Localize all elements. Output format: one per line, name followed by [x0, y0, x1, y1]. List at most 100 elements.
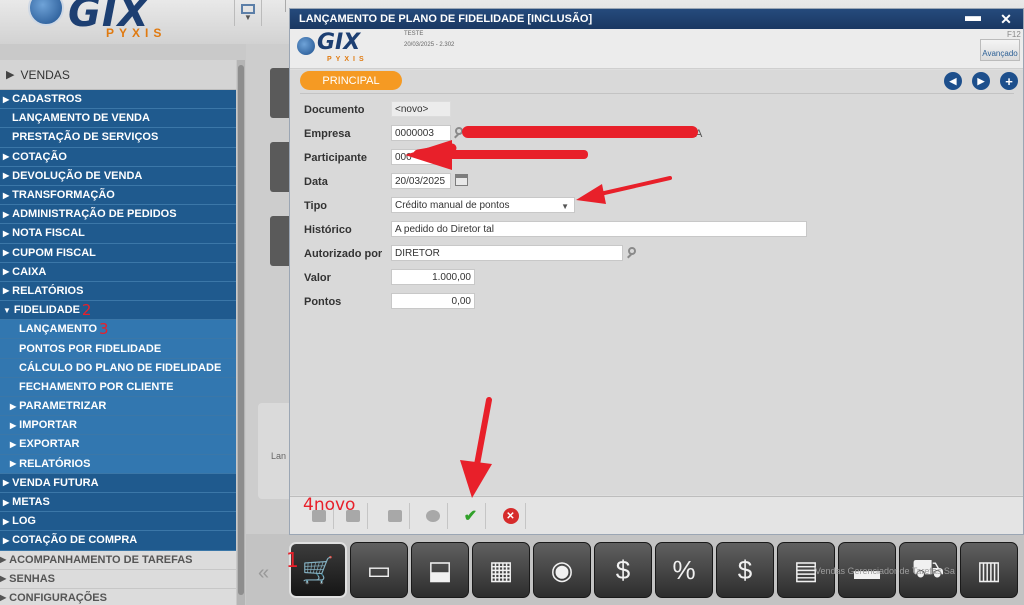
previous-record-icon[interactable]: ◀ — [944, 72, 962, 90]
sidebar: ▶ VENDAS ▶ CADASTROS LANÇAMENTO DE VENDA PR… — [0, 60, 236, 605]
tipo-selected-value: Crédito manual de pontos — [395, 199, 510, 211]
sidebar-item-fidelidade[interactable]: ▼ FIDELIDADE 2 — [0, 301, 236, 321]
documento-field: <novo> — [391, 101, 451, 117]
sidebar-item-cadastros[interactable]: ▶ CADASTROS — [0, 90, 236, 110]
pontos-field[interactable]: 0,00 — [391, 293, 475, 309]
data-field[interactable]: 20/03/2025 — [391, 173, 451, 189]
valor-field[interactable]: 1.000,00 — [391, 269, 475, 285]
sidebar-item-label: PARAMETRIZAR — [19, 400, 107, 413]
sidebar-item-senhas[interactable]: ▶ SENHAS — [0, 569, 236, 589]
search-button[interactable] — [418, 503, 448, 529]
data-label: Data — [304, 176, 328, 188]
sidebar-item-label: ACOMPANHAMENTO DE TAREFAS — [9, 553, 193, 566]
sidebar-item-importar[interactable]: ▶ IMPORTAR — [0, 416, 236, 436]
dock-address-book-icon[interactable]: $ — [716, 542, 774, 598]
confirm-button[interactable]: ✔ — [456, 503, 486, 529]
tab-divider — [300, 93, 1014, 94]
dialog-header: GIX PYXIS TESTE 20/03/2025 - 2.302 F12 A… — [290, 29, 1023, 69]
sidebar-scrollbar[interactable] — [237, 60, 245, 605]
sidebar-item-label: RELATÓRIOS — [19, 457, 91, 470]
dock-cash-register-icon[interactable]: ◉ — [533, 542, 591, 598]
dock-tooltip-text: Vendas Gerenciador de Tarefas Sa — [815, 566, 955, 576]
sidebar-item-relat-rios[interactable]: ▶ RELATÓRIOS — [0, 281, 236, 302]
sidebar-item-label: ADMINISTRAÇÃO DE PEDIDOS — [12, 208, 177, 221]
add-record-icon[interactable]: + — [1000, 72, 1018, 90]
sidebar-item-label: CONFIGURAÇÕES — [9, 591, 107, 604]
minimize-icon[interactable]: ▬ — [963, 9, 983, 27]
dock-clipboard-icon[interactable]: % — [655, 542, 713, 598]
sidebar-item-metas[interactable]: ▶ METAS — [0, 492, 236, 513]
autorizado-field[interactable]: DIRETOR — [391, 245, 623, 261]
collapse-arrow-icon: ▶ — [6, 69, 15, 81]
sidebar-item-log[interactable]: ▶ LOG — [0, 512, 236, 532]
sidebar-item-pontos-por-fidelidade[interactable]: PONTOS POR FIDELIDADE — [0, 339, 236, 359]
sidebar-item-label: DEVOLUÇÃO DE VENDA — [12, 169, 143, 182]
scrollbar-thumb[interactable] — [238, 65, 244, 595]
sidebar-item-caixa[interactable]: ▶ CAIXA — [0, 262, 236, 282]
menu-grid-button[interactable]: ▼ — [234, 0, 262, 26]
expand-arrow-icon: ▶ — [3, 190, 10, 200]
dialog-toolbar: ✔ ✕ 4novo — [290, 495, 1023, 534]
sidebar-item-cota-o-de-compra[interactable]: ▶ COTAÇÃO DE COMPRA — [0, 531, 236, 551]
sidebar-item-label: TRANSFORMAÇÃO — [12, 189, 115, 202]
expand-arrow-icon: ▶ — [3, 267, 10, 277]
advanced-button[interactable]: Avançado — [980, 39, 1020, 61]
tipo-select[interactable]: Crédito manual de pontos ▼ — [391, 197, 575, 213]
empresa-name-tail: A — [695, 128, 703, 140]
dialog-logo-text: GIX — [317, 30, 361, 55]
logo-subtitle: PYXIS — [106, 26, 167, 40]
expand-arrow-icon: ▶ — [3, 94, 10, 104]
empresa-field[interactable]: 0000003 — [391, 125, 451, 141]
valor-label: Valor — [304, 272, 331, 284]
tab-principal[interactable]: PRINCIPAL — [300, 71, 402, 90]
pontos-label: Pontos — [304, 296, 342, 308]
historico-field[interactable]: A pedido do Diretor tal — [391, 221, 807, 237]
sidebar-item-label: LANÇAMENTO DE VENDA — [12, 112, 150, 125]
sidebar-item-lan-amento[interactable]: LANÇAMENTO 3 — [0, 320, 236, 340]
expand-arrow-icon: ▶ — [0, 555, 7, 565]
calendar-icon[interactable] — [455, 174, 468, 186]
sidebar-item-transforma-o[interactable]: ▶ TRANSFORMAÇÃO — [0, 185, 236, 206]
sidebar-item-relat-rios[interactable]: ▶ RELATÓRIOS — [0, 454, 236, 474]
sidebar-item-label: METAS — [12, 496, 50, 509]
cancel-x-icon: ✕ — [502, 508, 519, 524]
sidebar-item-devolu-o-de-venda[interactable]: ▶ DEVOLUÇÃO DE VENDA — [0, 166, 236, 186]
sidebar-item-acompanhamento-de-tarefas[interactable]: ▶ ACOMPANHAMENTO DE TAREFAS — [0, 550, 236, 570]
search-empresa-icon[interactable] — [454, 127, 466, 139]
sidebar-item-configura-es[interactable]: ▶ CONFIGURAÇÕES — [0, 588, 236, 605]
dock-calculator-icon[interactable]: ▦ — [472, 542, 530, 598]
expand-arrow-icon: ▶ — [3, 286, 10, 296]
cancel-button[interactable]: ✕ — [496, 503, 526, 529]
sidebar-item-exportar[interactable]: ▶ EXPORTAR — [0, 435, 236, 455]
sidebar-item-cota-o[interactable]: ▶ COTAÇÃO — [0, 147, 236, 167]
dock-money-icon[interactable]: $ — [594, 542, 652, 598]
sidebar-item-presta-o-de-servi-os[interactable]: PRESTAÇÃO DE SERVIÇOS — [0, 128, 236, 148]
sidebar-item-parametrizar[interactable]: ▶ PARAMETRIZAR — [0, 397, 236, 417]
next-record-icon[interactable]: ▶ — [972, 72, 990, 90]
search-autorizado-icon[interactable] — [627, 247, 639, 259]
dock-inbox-icon[interactable]: ⬓ — [411, 542, 469, 598]
sidebar-item-nota-fiscal[interactable]: ▶ NOTA FISCAL — [0, 224, 236, 244]
checkmark-icon: ✔ — [463, 508, 478, 525]
close-icon[interactable]: ✕ — [996, 11, 1016, 27]
chevron-down-icon: ▼ — [244, 13, 252, 22]
expand-arrow-icon: ▶ — [3, 171, 10, 181]
sidebar-section-header[interactable]: ▶ VENDAS — [0, 60, 236, 90]
sidebar-item-venda-futura[interactable]: ▶ VENDA FUTURA — [0, 473, 236, 493]
sidebar-section-title: VENDAS — [20, 67, 70, 82]
delete-button[interactable] — [380, 503, 410, 529]
expand-arrow-icon: ▶ — [3, 248, 10, 258]
expanded-arrow-icon: ▼ — [3, 305, 11, 315]
sidebar-item-label: NOTA FISCAL — [12, 227, 85, 240]
dock-folder-icon[interactable]: ▭ — [350, 542, 408, 598]
dock-report-icon[interactable]: ▥ — [960, 542, 1018, 598]
sidebar-item-label: VENDA FUTURA — [12, 476, 99, 489]
participante-field[interactable]: 000 — [391, 149, 451, 165]
dock-prev-icon[interactable]: « — [258, 562, 269, 585]
expand-arrow-icon: ▶ — [10, 439, 17, 449]
sidebar-item-cupom-fiscal[interactable]: ▶ CUPOM FISCAL — [0, 243, 236, 263]
sidebar-item-fechamento-por-cliente[interactable]: FECHAMENTO POR CLIENTE — [0, 377, 236, 397]
sidebar-item-administra-o-de-pedidos[interactable]: ▶ ADMINISTRAÇÃO DE PEDIDOS — [0, 205, 236, 225]
sidebar-item-lan-amento-de-venda[interactable]: LANÇAMENTO DE VENDA — [0, 109, 236, 129]
sidebar-item-c-lculo-do-plano-de-fidelidade[interactable]: CÁLCULO DO PLANO DE FIDELIDADE — [0, 358, 236, 378]
